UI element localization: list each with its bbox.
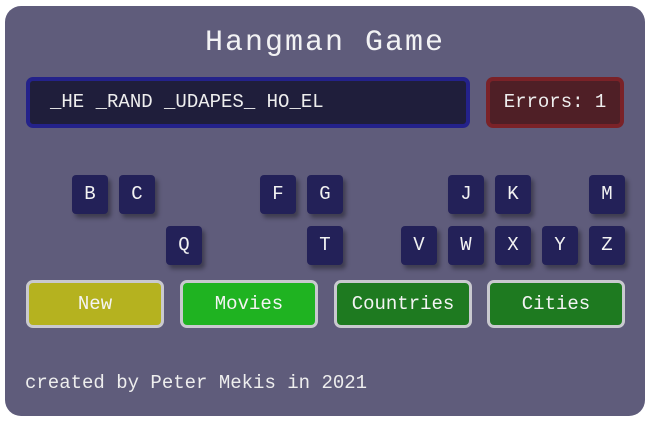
letter-button-v[interactable]: V <box>401 226 437 265</box>
letter-button-f[interactable]: F <box>260 175 296 214</box>
game-title: Hangman Game <box>204 26 446 60</box>
letter-button-c[interactable]: C <box>119 175 155 214</box>
cities-category-button[interactable]: Cities <box>487 280 625 328</box>
letter-button-y[interactable]: Y <box>542 226 578 265</box>
letter-button-m[interactable]: M <box>589 175 625 214</box>
letter-button-w[interactable]: W <box>448 226 484 265</box>
word-display: _HE _RAND _UDAPES_ HO_EL <box>26 77 470 128</box>
credit-text: created by Peter Mekis in 2021 <box>25 372 368 394</box>
letter-button-z[interactable]: Z <box>589 226 625 265</box>
letter-button-q[interactable]: Q <box>166 226 202 265</box>
game-panel: Hangman Game _HE _RAND _UDAPES_ HO_EL Er… <box>5 6 645 416</box>
movies-category-button[interactable]: Movies <box>180 280 318 328</box>
letter-button-b[interactable]: B <box>72 175 108 214</box>
countries-category-button[interactable]: Countries <box>334 280 472 328</box>
letter-button-k[interactable]: K <box>495 175 531 214</box>
errors-counter: Errors: 1 <box>486 77 624 128</box>
letter-button-t[interactable]: T <box>307 226 343 265</box>
letter-button-x[interactable]: X <box>495 226 531 265</box>
letter-button-j[interactable]: J <box>448 175 484 214</box>
new-game-button[interactable]: New <box>26 280 164 328</box>
letter-button-g[interactable]: G <box>307 175 343 214</box>
